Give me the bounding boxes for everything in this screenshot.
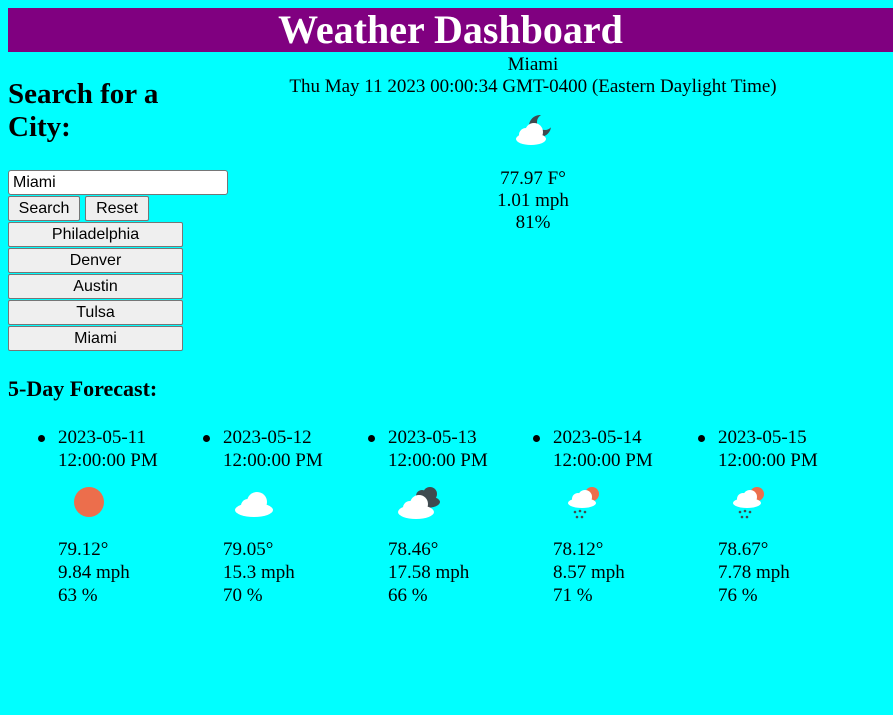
- forecast-day: 2023-05-15 12:00:00 PM 78.67° 7.78 mph 7…: [698, 426, 878, 606]
- sun-icon: [74, 487, 104, 517]
- current-city: Miami: [507, 54, 559, 75]
- rain-sun-icon: [733, 487, 764, 519]
- forecast-day: 2023-05-13 12:00:00 PM 78.46° 17.58 mph …: [368, 426, 548, 606]
- sidebar: Search for a City: Search Reset Philadel…: [8, 78, 238, 351]
- reset-button[interactable]: Reset: [85, 196, 149, 221]
- current-weather-icon-wrap: [238, 98, 828, 168]
- forecast-day: 2023-05-14 12:00:00 PM 78.12° 8.57 mph 7…: [533, 426, 713, 606]
- current-weather: Miami Thu May 11 2023 00:00:34 GMT-0400 …: [238, 54, 828, 234]
- forecast-title: 5-Day Forecast:: [8, 376, 158, 401]
- forecast-day: 2023-05-12 12:00:00 PM 79.05° 15.3 mph 7…: [203, 426, 383, 606]
- forecast-temp: 79.05°: [223, 539, 274, 560]
- search-heading-line1: Search for a: [8, 78, 159, 110]
- broken-clouds-icon: [398, 487, 440, 519]
- city-search-input[interactable]: [8, 170, 228, 195]
- history-city-button[interactable]: Denver: [8, 248, 183, 273]
- current-wind: 1.01 mph: [497, 190, 569, 211]
- forecast-humidity: 71 %: [553, 585, 593, 606]
- forecast-wind: 15.3 mph: [223, 562, 295, 583]
- history-city-button[interactable]: Philadelphia: [8, 222, 183, 247]
- search-heading-line2: City:: [8, 111, 71, 143]
- forecast-temp: 78.46°: [388, 539, 439, 560]
- forecast-humidity: 63 %: [58, 585, 98, 606]
- forecast-humidity: 66 %: [388, 585, 428, 606]
- forecast-date: 2023-05-11: [58, 427, 146, 448]
- forecast-time: 12:00:00 PM: [388, 450, 488, 471]
- forecast-time: 12:00:00 PM: [553, 450, 653, 471]
- search-heading: Search for a City:: [8, 78, 238, 144]
- forecast-time: 12:00:00 PM: [223, 450, 323, 471]
- forecast-wind: 9.84 mph: [58, 562, 130, 583]
- forecast-humidity: 76 %: [718, 585, 758, 606]
- forecast-date: 2023-05-13: [388, 427, 477, 448]
- forecast-wind: 8.57 mph: [553, 562, 625, 583]
- list-bullet: [368, 435, 375, 442]
- forecast-day: 2023-05-11 12:00:00 PM 79.12° 9.84 mph 6…: [38, 426, 218, 606]
- search-button[interactable]: Search: [8, 196, 80, 221]
- current-temperature: 77.97 F°: [500, 168, 566, 189]
- current-datetime: Thu May 11 2023 00:00:34 GMT-0400 (Easte…: [289, 76, 777, 97]
- forecast-time: 12:00:00 PM: [718, 450, 818, 471]
- history-city-button[interactable]: Tulsa: [8, 300, 183, 325]
- forecast-humidity: 70 %: [223, 585, 263, 606]
- cloud-icon: [235, 492, 273, 517]
- forecast-temp: 78.12°: [553, 539, 604, 560]
- forecast-date: 2023-05-15: [718, 427, 807, 448]
- forecast-time: 12:00:00 PM: [58, 450, 158, 471]
- page-title: Weather Dashboard: [8, 8, 893, 52]
- forecast-wind: 17.58 mph: [388, 562, 470, 583]
- forecast-date: 2023-05-14: [553, 427, 642, 448]
- list-bullet: [698, 435, 705, 442]
- rain-sun-icon: [568, 487, 599, 519]
- forecast-wind: 7.78 mph: [718, 562, 790, 583]
- forecast-temp: 78.67°: [718, 539, 769, 560]
- history-city-button[interactable]: Miami: [8, 326, 183, 351]
- partly-cloudy-night-icon: [516, 114, 553, 145]
- forecast-date: 2023-05-12: [223, 427, 312, 448]
- forecast-temp: 79.12°: [58, 539, 109, 560]
- current-humidity: 81%: [515, 212, 551, 233]
- history-city-button[interactable]: Austin: [8, 274, 183, 299]
- list-bullet: [38, 435, 45, 442]
- list-bullet: [533, 435, 540, 442]
- list-bullet: [203, 435, 210, 442]
